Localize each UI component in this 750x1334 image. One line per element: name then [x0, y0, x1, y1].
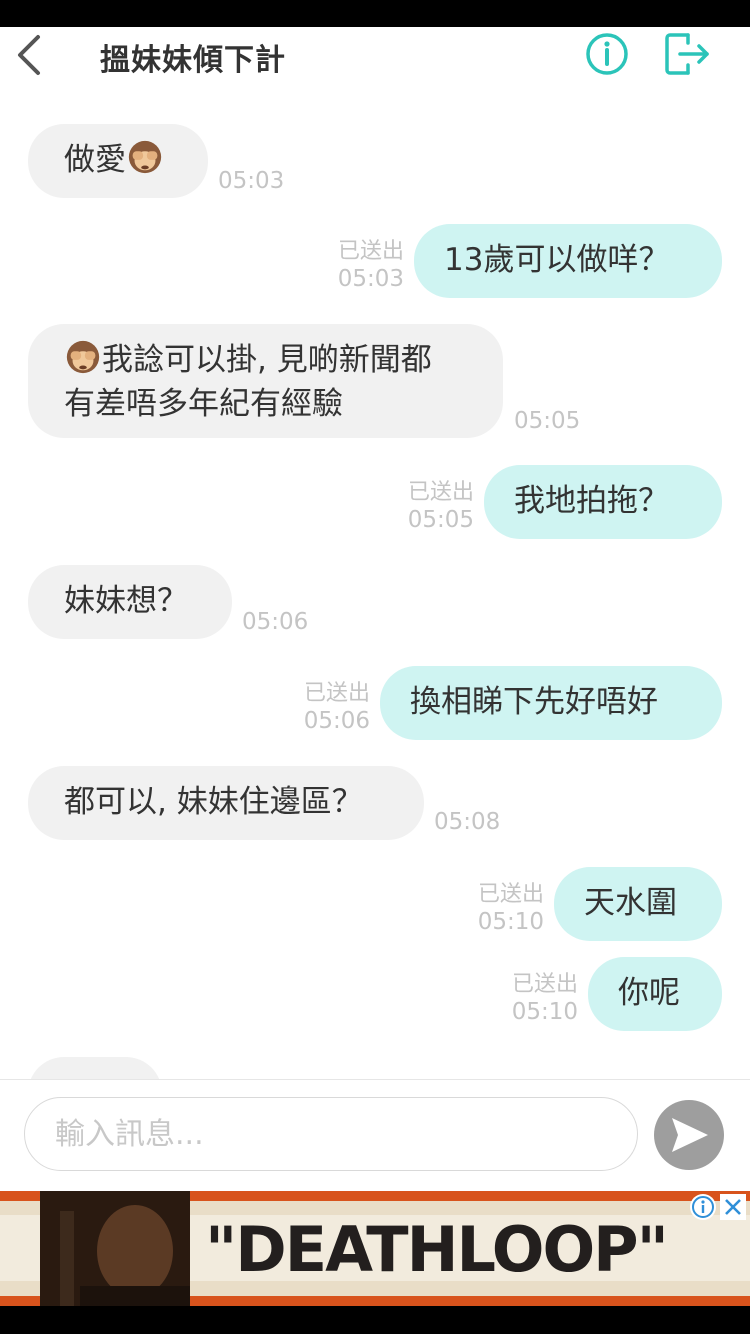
message-composer [0, 1079, 750, 1192]
ad-info-icon [692, 1196, 714, 1218]
exit-icon [665, 33, 709, 75]
outgoing-message: 我地拍拖？ [484, 465, 722, 539]
message-time: 05:08 [434, 809, 501, 835]
message-text: 天水圍 [584, 885, 677, 921]
leave-chat-button[interactable] [662, 31, 712, 77]
status-bar [0, 0, 750, 27]
message-text: 妹妹想？ [64, 583, 188, 619]
message-text: 換相睇下先好唔好 [410, 684, 658, 720]
message-time: 05:10 [477, 909, 544, 935]
ad-info-button[interactable] [690, 1194, 716, 1220]
message-text: 13歲可以做咩？ [444, 242, 670, 278]
message-list[interactable]: 做愛 05:03 已送出 05:03 13歲可以做咩？ 我諗可以掛, 見啲新聞都… [0, 83, 750, 1079]
ad-image [40, 1191, 190, 1306]
system-bar [0, 1306, 750, 1334]
message-text-line: 有差唔多年紀有經驗 [64, 386, 343, 422]
message-input[interactable] [24, 1097, 638, 1171]
outgoing-message: 13歲可以做咩？ [414, 224, 722, 298]
chat-header: 搵妹妹傾下計 [0, 27, 750, 83]
message-status: 已送出 [337, 239, 404, 264]
info-button[interactable] [584, 31, 630, 77]
message-time: 05:03 [337, 266, 404, 292]
outgoing-message: 天水圍 [554, 867, 722, 941]
message-status: 已送出 [407, 480, 474, 505]
message-time: 05:06 [303, 708, 370, 734]
incoming-message [28, 1057, 162, 1079]
see-no-evil-monkey-icon [66, 340, 100, 374]
message-text: 做愛 [64, 142, 126, 178]
ad-close-button[interactable] [720, 1194, 746, 1220]
incoming-message: 我諗可以掛, 見啲新聞都 有差唔多年紀有經驗 [28, 324, 503, 438]
message-status: 已送出 [477, 882, 544, 907]
message-text-line: 我諗可以掛, 見啲新聞都 [102, 342, 432, 378]
close-icon [725, 1199, 741, 1215]
message-time: 05:05 [407, 507, 474, 533]
ad-banner[interactable]: "DEATHLOOP" [0, 1191, 750, 1306]
message-status: 已送出 [303, 681, 370, 706]
incoming-message: 做愛 [28, 124, 208, 198]
send-icon [672, 1118, 708, 1152]
message-time: 05:10 [511, 999, 578, 1025]
back-button[interactable] [14, 33, 46, 77]
info-icon [586, 33, 628, 75]
ad-person-image [40, 1191, 190, 1306]
chat-title: 搵妹妹傾下計 [100, 43, 286, 78]
message-time: 05:06 [242, 609, 309, 635]
outgoing-message: 你呢 [588, 957, 722, 1031]
message-text: 我地拍拖？ [514, 483, 669, 519]
see-no-evil-monkey-icon [128, 140, 162, 174]
message-text: 都可以, 妹妹住邊區？ [64, 784, 363, 820]
incoming-message: 都可以, 妹妹住邊區？ [28, 766, 424, 840]
send-button[interactable] [654, 1100, 724, 1170]
ad-headline: "DEATHLOOP" [205, 1213, 669, 1286]
message-time: 05:03 [218, 168, 285, 194]
message-text: 你呢 [618, 975, 680, 1011]
outgoing-message: 換相睇下先好唔好 [380, 666, 722, 740]
message-status: 已送出 [511, 972, 578, 997]
chevron-left-icon [18, 35, 40, 75]
message-time: 05:05 [514, 408, 581, 434]
incoming-message: 妹妹想？ [28, 565, 232, 639]
